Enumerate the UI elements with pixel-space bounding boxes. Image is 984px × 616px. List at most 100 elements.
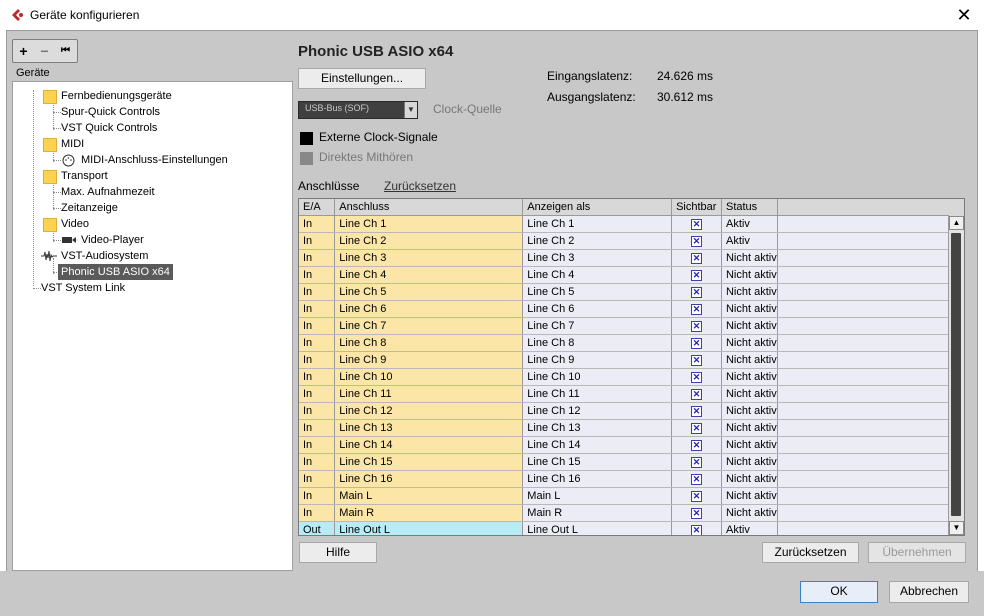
reset-button[interactable]: Zurücksetzen [762,542,859,563]
show-as-cell[interactable]: Line Ch 4 [522,266,673,284]
tree-item-vst-system-link[interactable]: VST System Link [41,280,125,296]
add-device-button[interactable]: + [13,40,34,62]
settings-button[interactable]: Einstellungen... [298,68,426,89]
table-row[interactable]: In Line Ch 11 Line Ch 11 ✕ Nicht aktiv [299,385,964,403]
direct-monitor-checkbox[interactable] [300,152,313,165]
column-header-port[interactable]: Anschluss [334,199,524,216]
help-button[interactable]: Hilfe [299,542,377,563]
show-as-cell[interactable]: Line Ch 5 [522,283,673,301]
visible-checkbox[interactable]: ✕ [691,371,703,383]
show-as-cell[interactable]: Line Ch 7 [522,317,673,335]
visible-checkbox[interactable]: ✕ [691,388,703,400]
column-header-status[interactable]: Status [721,199,778,216]
table-row[interactable]: In Main L Main L ✕ Nicht aktiv [299,487,964,505]
tree-item-video-player[interactable]: Video-Player [81,232,144,248]
visible-checkbox[interactable]: ✕ [691,320,703,332]
visible-checkbox[interactable]: ✕ [691,252,703,264]
table-row[interactable]: In Line Ch 2 Line Ch 2 ✕ Aktiv [299,232,964,250]
visible-checkbox[interactable]: ✕ [691,218,703,230]
show-as-cell[interactable]: Line Ch 10 [522,368,673,386]
visible-checkbox[interactable]: ✕ [691,337,703,349]
ok-button[interactable]: OK [800,581,878,603]
port-cell: Line Ch 16 [334,470,524,488]
apply-button[interactable]: Übernehmen [868,542,966,563]
visible-checkbox[interactable]: ✕ [691,490,703,502]
visible-checkbox[interactable]: ✕ [691,269,703,281]
show-as-cell[interactable]: Line Ch 12 [522,402,673,420]
table-row[interactable]: In Line Ch 6 Line Ch 6 ✕ Nicht aktiv [299,300,964,318]
table-row[interactable]: In Line Ch 15 Line Ch 15 ✕ Nicht aktiv [299,453,964,471]
visible-checkbox[interactable]: ✕ [691,473,703,485]
visible-checkbox[interactable]: ✕ [691,507,703,519]
table-scrollbar[interactable]: ▲ ▼ [948,216,964,535]
table-row[interactable]: In Line Ch 7 Line Ch 7 ✕ Nicht aktiv [299,317,964,335]
table-row[interactable]: In Line Ch 4 Line Ch 4 ✕ Nicht aktiv [299,266,964,284]
tree-item-video[interactable]: Video [61,216,89,232]
show-as-cell[interactable]: Line Ch 2 [522,232,673,250]
visible-checkbox[interactable]: ✕ [691,524,703,535]
column-header-io[interactable]: E/A [299,199,336,216]
show-as-cell[interactable]: Line Ch 6 [522,300,673,318]
show-as-cell[interactable]: Line Ch 16 [522,470,673,488]
table-row[interactable]: In Line Ch 14 Line Ch 14 ✕ Nicht aktiv [299,436,964,454]
column-header-show-as[interactable]: Anzeigen als [522,199,673,216]
table-row[interactable]: In Line Ch 16 Line Ch 16 ✕ Nicht aktiv [299,470,964,488]
table-row[interactable]: In Line Ch 5 Line Ch 5 ✕ Nicht aktiv [299,283,964,301]
scroll-down-icon[interactable]: ▼ [949,521,964,535]
show-as-cell[interactable]: Line Ch 11 [522,385,673,403]
table-row[interactable]: In Line Ch 12 Line Ch 12 ✕ Nicht aktiv [299,402,964,420]
reset-ports-link[interactable]: Zurücksetzen [384,179,456,193]
close-icon[interactable]: ✕ [952,4,976,26]
tree-item-max-aufnahmezeit[interactable]: Max. Aufnahmezeit [61,184,155,200]
table-row[interactable]: In Line Ch 3 Line Ch 3 ✕ Nicht aktiv [299,249,964,267]
chevron-down-icon[interactable]: ▼ [404,102,417,118]
tree-item-midi-anschluss-einstellungen[interactable]: MIDI-Anschluss-Einstellungen [81,152,228,168]
visible-checkbox[interactable]: ✕ [691,235,703,247]
tree-item-fernbedienungsgeraete[interactable]: Fernbedienungsgeräte [61,88,172,104]
show-as-cell[interactable]: Line Ch 8 [522,334,673,352]
external-clock-checkbox[interactable] [300,132,313,145]
show-as-cell[interactable]: Main R [522,504,673,522]
table-row[interactable]: Out Line Out L Line Out L ✕ Aktiv [299,521,964,535]
show-as-cell[interactable]: Line Ch 14 [522,436,673,454]
table-row[interactable]: In Line Ch 10 Line Ch 10 ✕ Nicht aktiv [299,368,964,386]
table-row[interactable]: In Line Ch 13 Line Ch 13 ✕ Nicht aktiv [299,419,964,437]
visible-checkbox[interactable]: ✕ [691,405,703,417]
io-cell: In [299,402,336,420]
show-as-cell[interactable]: Main L [522,487,673,505]
reset-device-button[interactable]: ⏮ [55,40,76,62]
show-as-cell[interactable]: Line Ch 9 [522,351,673,369]
column-header-visible[interactable]: Sichtbar [671,199,722,216]
visible-cell: ✕ [671,504,722,522]
show-as-cell[interactable]: Line Ch 15 [522,453,673,471]
tree-connector [33,90,34,286]
table-row[interactable]: In Line Ch 9 Line Ch 9 ✕ Nicht aktiv [299,351,964,369]
tree-item-transport[interactable]: Transport [61,168,108,184]
tree-item-spur-quick-controls[interactable]: Spur-Quick Controls [61,104,160,120]
tree-item-midi[interactable]: MIDI [61,136,84,152]
tree-item-zeitanzeige[interactable]: Zeitanzeige [61,200,118,216]
show-as-cell[interactable]: Line Out L [522,521,673,535]
ports-tab[interactable]: Anschlüsse [298,179,359,193]
show-as-cell[interactable]: Line Ch 13 [522,419,673,437]
visible-checkbox[interactable]: ✕ [691,286,703,298]
visible-checkbox[interactable]: ✕ [691,303,703,315]
tree-item-vst-quick-controls[interactable]: VST Quick Controls [61,120,157,136]
table-row[interactable]: In Main R Main R ✕ Nicht aktiv [299,504,964,522]
table-row[interactable]: In Line Ch 8 Line Ch 8 ✕ Nicht aktiv [299,334,964,352]
visible-checkbox[interactable]: ✕ [691,456,703,468]
scroll-thumb[interactable] [951,233,961,516]
visible-checkbox[interactable]: ✕ [691,422,703,434]
cancel-button[interactable]: Abbrechen [889,581,969,603]
scroll-up-icon[interactable]: ▲ [949,216,964,230]
show-as-cell[interactable]: Line Ch 1 [522,215,673,233]
remove-device-button[interactable]: − [34,40,55,62]
tree-item-phonic-usb-asio[interactable]: Phonic USB ASIO x64 [58,264,173,280]
table-row[interactable]: In Line Ch 1 Line Ch 1 ✕ Aktiv [299,215,964,233]
tree-item-vst-audiosystem[interactable]: VST-Audiosystem [61,248,148,264]
visible-checkbox[interactable]: ✕ [691,439,703,451]
tree-connector [53,240,61,241]
clock-source-select[interactable]: USB-Bus (SOF) ▼ [298,101,418,119]
visible-checkbox[interactable]: ✕ [691,354,703,366]
show-as-cell[interactable]: Line Ch 3 [522,249,673,267]
